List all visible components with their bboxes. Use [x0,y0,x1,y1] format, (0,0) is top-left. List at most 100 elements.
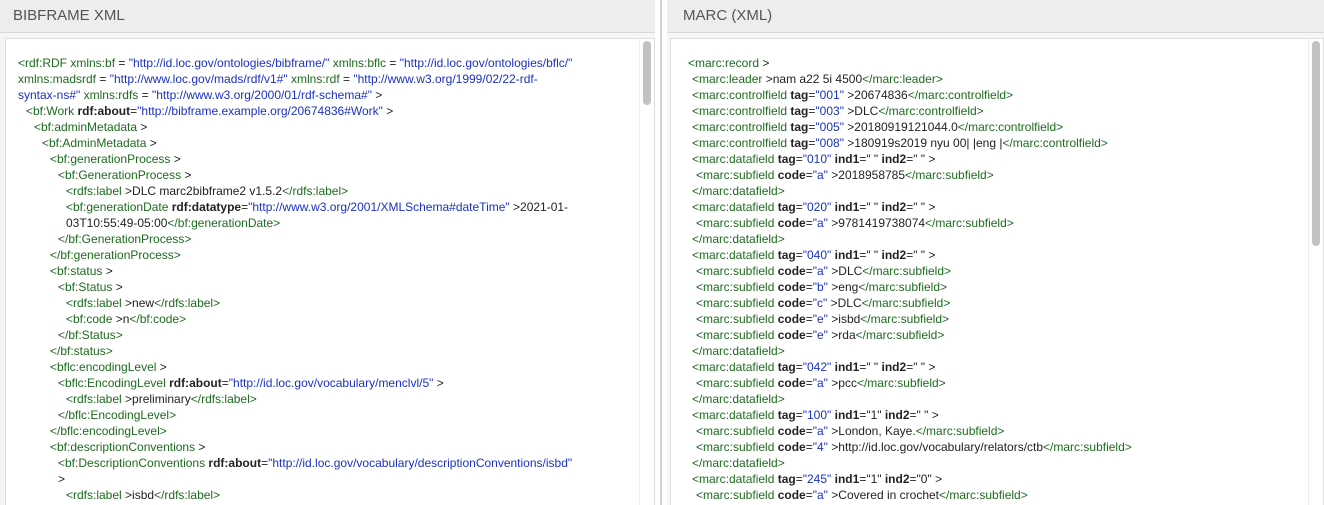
xml-token: =" " > [909,408,939,422]
xml-token: "008" [815,136,844,150]
xml-token: "http://id.loc.gov/ontologies/bibframe/" [128,56,330,70]
xml-token: <marc:subfield [696,312,775,326]
xml-line: <bf:generationDate rdf:datatype="http://… [18,199,572,215]
marc-xml-viewer[interactable]: <marc:record > <marc:leader >nam a22 5i 4… [670,38,1324,505]
xml-token: ind1 [831,200,860,214]
xml-token: ind2 [878,200,907,214]
xml-line: <marc:subfield code="b" >eng</marc:subfi… [688,279,1132,295]
bibframe-scrollbar[interactable] [639,39,654,505]
bibframe-scrollbar-thumb[interactable] [643,41,651,105]
xml-token: </rdfs:label> [154,488,221,502]
xml-token: >London, Kaye. [827,424,916,438]
xml-token: </marc:subfield> [862,264,952,278]
xml-token: = [805,264,813,278]
xml-token: = [805,376,813,390]
xml-line: <bf:descriptionConventions > [18,439,572,455]
xml-line: <marc:record > [688,55,1132,71]
xml-token: <marc:subfield [696,168,775,182]
xml-token: <bf:DescriptionConventions [58,456,206,470]
xml-token: = [805,168,813,182]
xml-token: <marc:controlfield [692,88,788,102]
marc-scrollbar[interactable] [1308,39,1323,505]
xml-token: </bf:code> [129,312,187,326]
bibframe-xml-code: <rdf:RDF xmlns:bf = "http://id.loc.gov/o… [18,55,572,503]
xml-token: "a" [812,376,828,390]
xml-token: = [795,152,803,166]
xml-token: </marc:subfield> [856,376,946,390]
xml-token: >Covered in crochet [827,488,939,502]
xml-token: </rdfs:label> [282,184,349,198]
xml-token: </marc:subfield> [915,424,1005,438]
xml-token: "e" [812,328,828,342]
xml-line: </bf:generationProcess> [18,247,572,263]
xml-line: </bf:Status> [18,327,572,343]
xml-token: code [774,216,806,230]
xml-token: </marc:controlfield> [957,120,1064,134]
xml-token: "a" [812,264,828,278]
xml-line: <marc:subfield code="c" >DLC</marc:subfi… [688,295,1132,311]
xml-line: <marc:subfield code="a" >2018958785</mar… [688,167,1132,183]
xml-token: <rdfs:label [66,488,122,502]
xml-token: ind2 [878,360,907,374]
divider-rule [660,0,662,505]
xml-line: <bf:code >n</bf:code> [18,311,572,327]
xml-token: <bf:Status [58,280,113,294]
xml-token: > [170,152,181,166]
xml-token: >DLC marc2bibframe2 v1.5.2 [121,184,283,198]
xml-token: </marc:datafield> [692,232,785,246]
xml-token: > [195,440,206,454]
xml-token: </marc:subfield> [858,280,948,294]
xml-token: code [774,424,806,438]
xml-token: <marc:controlfield [692,136,788,150]
xml-line: </marc:datafield> [688,343,1132,359]
xml-token: <marc:datafield [692,472,775,486]
xml-token: </marc:subfield> [939,488,1028,502]
xml-line: <marc:datafield tag="245" ind1="1" ind2=… [688,471,1132,487]
xml-token: tag [787,88,809,102]
xml-token: = [805,312,813,326]
xml-token: <bf:generationProcess [50,152,171,166]
xml-token: ="1" [859,408,882,422]
marc-scrollbar-thumb[interactable] [1312,41,1320,246]
xml-token: </marc:subfield> [855,328,945,342]
xml-line: <marc:subfield code="e" >rda</marc:subfi… [688,327,1132,343]
xml-token: = [795,408,803,422]
xml-line: <bf:DescriptionConventions rdf:about="ht… [18,455,572,471]
xml-token: tag [787,136,809,150]
xml-token: xmlns:bf [67,56,116,70]
bibframe-panel: BIBFRAME XML <rdf:RDF xmlns:bf = "http:/… [0,0,655,505]
xml-token: = [805,296,813,310]
panel-divider[interactable] [655,0,667,505]
xml-token: = [795,200,803,214]
xml-line: </bflc:EncodingLevel> [18,407,572,423]
xml-token: tag [774,408,796,422]
xml-line: 03T10:55:49-05:00</bf:generationDate> [18,215,572,231]
xml-token: = [115,56,129,70]
xml-token: > [112,280,123,294]
xml-token: </bf:GenerationProcess> [58,232,192,246]
bibframe-xml-viewer[interactable]: <rdf:RDF xmlns:bf = "http://id.loc.gov/o… [5,38,655,505]
xml-line: <bf:Status > [18,279,572,295]
xml-token: <bf:adminMetadata [34,120,138,134]
xml-token: </bf:status> [50,344,113,358]
xml-line: <marc:subfield code="a" >9781419738074</… [688,215,1132,231]
xml-token: >isbd [827,312,861,326]
xml-token: <bf:Work [26,104,75,118]
xml-line: <marc:subfield code="a" >DLC</marc:subfi… [688,263,1132,279]
xml-token: xmlns:bflc [329,56,387,70]
xml-line: xmlns:madsrdf = "http://www.loc.gov/mads… [18,71,572,87]
xml-line: <bf:GenerationProcess > [18,167,572,183]
xml-line: <bf:AdminMetadata > [18,135,572,151]
xml-token: code [774,296,806,310]
xml-token: </rdfs:label> [190,392,257,406]
xml-token: "c" [812,296,828,310]
xml-token: rdf:datatype [168,200,242,214]
xml-line: <bflc:EncodingLevel rdf:about="http://id… [18,375,572,391]
xml-token: </marc:datafield> [692,456,785,470]
xml-token: </marc:datafield> [692,184,785,198]
xml-token: >pcc [827,376,857,390]
xml-token: </rdfs:label> [154,296,221,310]
xml-token: "e" [812,312,828,326]
xml-token: code [774,328,806,342]
marc-panel: MARC (XML) <marc:record > <marc:leader >n… [667,0,1324,505]
